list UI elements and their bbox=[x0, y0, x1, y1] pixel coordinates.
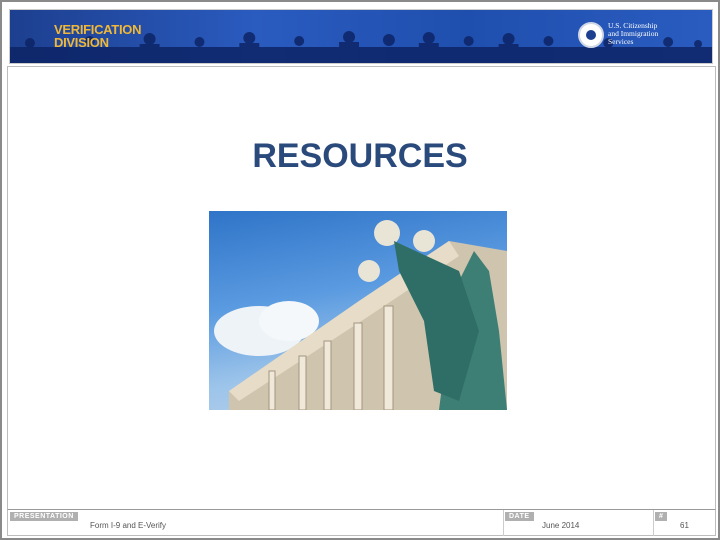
slide-number: 61 bbox=[680, 521, 689, 530]
footer-divider bbox=[503, 510, 504, 536]
verification-division-logo: VERIFICATION DIVISION bbox=[54, 22, 142, 50]
date-value: June 2014 bbox=[542, 521, 580, 530]
footer-divider bbox=[653, 510, 654, 536]
slide-number-label: # bbox=[655, 512, 668, 521]
presentation-value: Form I-9 and E-Verify bbox=[90, 521, 167, 530]
header-banner: VERIFICATION DIVISION U.S. Citizenship a… bbox=[9, 9, 713, 64]
building-illustration bbox=[214, 220, 507, 410]
dhs-seal-icon bbox=[578, 22, 604, 48]
slide-title: RESOURCES bbox=[252, 137, 468, 175]
uscis-logo-text: U.S. Citizenship and Immigration Service… bbox=[608, 21, 659, 46]
library-of-congress-photo bbox=[209, 211, 507, 410]
slide-footer: PRESENTATION Form I-9 and E-Verify DATE … bbox=[7, 509, 716, 536]
presentation-label: PRESENTATION bbox=[10, 512, 78, 521]
date-label: DATE bbox=[505, 512, 534, 521]
